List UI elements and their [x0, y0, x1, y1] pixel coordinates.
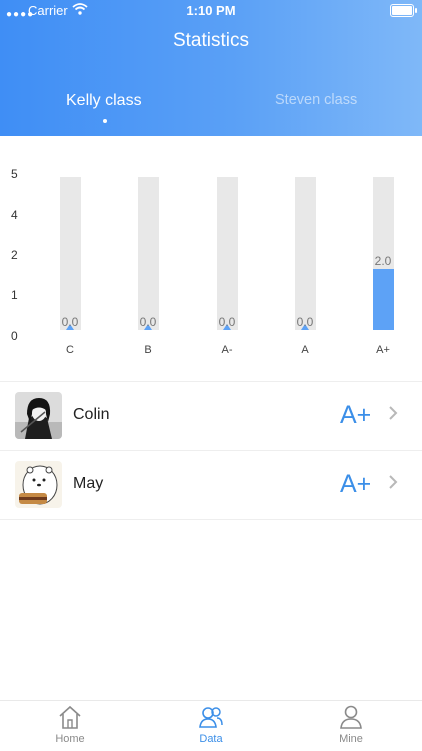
student-name: Colin	[73, 406, 110, 423]
avatar	[15, 461, 62, 508]
bar-value-label: 0.0	[139, 315, 157, 329]
student-grade: A+	[340, 401, 372, 429]
tab-data[interactable]: Data	[171, 701, 251, 751]
chevron-right-icon	[388, 404, 398, 427]
x-tick-label: A	[301, 344, 309, 356]
tab-mine[interactable]: Mine	[311, 701, 391, 751]
y-tick-label: 2	[11, 248, 18, 262]
student-row-may[interactable]: May A+	[0, 450, 422, 520]
x-tick-label: C	[66, 344, 74, 356]
bar-track-C	[60, 177, 81, 330]
bar-value-label: 2.0	[374, 253, 392, 268]
bar-A+	[373, 268, 394, 330]
page-title: Statistics	[172, 30, 250, 51]
home-icon	[59, 705, 81, 729]
active-tab-indicator	[103, 119, 107, 123]
bar-track-A-	[217, 177, 238, 330]
status-bar: ●●●● Carrier 1:10 PM	[0, 0, 422, 22]
battery-icon	[390, 4, 417, 17]
tab-kelly-class[interactable]: Kelly class	[66, 92, 142, 110]
y-tick-label: 0	[11, 329, 18, 343]
x-tick-label: A+	[376, 344, 390, 356]
bar-value-label: 0.0	[61, 315, 79, 329]
bar-value-label: 0.0	[296, 315, 314, 329]
x-tick-label: A-	[221, 344, 233, 356]
student-row-colin[interactable]: Colin A+	[0, 381, 422, 450]
y-tick-label: 5	[11, 167, 18, 181]
tab-mine-label: Mine	[339, 733, 363, 745]
header: ●●●● Carrier 1:10 PM Statistics Kelly cl…	[0, 0, 422, 136]
bar-value-label: 0.0	[218, 315, 236, 329]
grade-distribution-chart: 5 4 2 1 0 0.0 C 0.0 B 0.0 A- 0.0 A 2.0 A+	[0, 156, 422, 366]
student-grade: A+	[340, 470, 372, 498]
student-list: Colin A+ May A+	[0, 381, 422, 520]
data-icon	[199, 707, 223, 728]
y-tick-label: 1	[11, 288, 18, 302]
chevron-right-icon	[388, 473, 398, 496]
x-tick-label: B	[144, 344, 152, 356]
bar-track-A	[295, 177, 316, 330]
bottom-tab-bar: Home Data Mine	[0, 700, 422, 751]
tab-home[interactable]: Home	[30, 701, 110, 751]
clock: 1:10 PM	[186, 3, 236, 18]
tab-home-label: Home	[55, 733, 85, 745]
bar-track-B	[138, 177, 159, 330]
person-icon	[340, 705, 362, 729]
tab-steven-class[interactable]: Steven class	[275, 92, 357, 108]
student-name: May	[73, 475, 104, 492]
tab-data-label: Data	[199, 733, 223, 745]
avatar	[15, 392, 62, 439]
y-tick-label: 4	[11, 208, 18, 222]
